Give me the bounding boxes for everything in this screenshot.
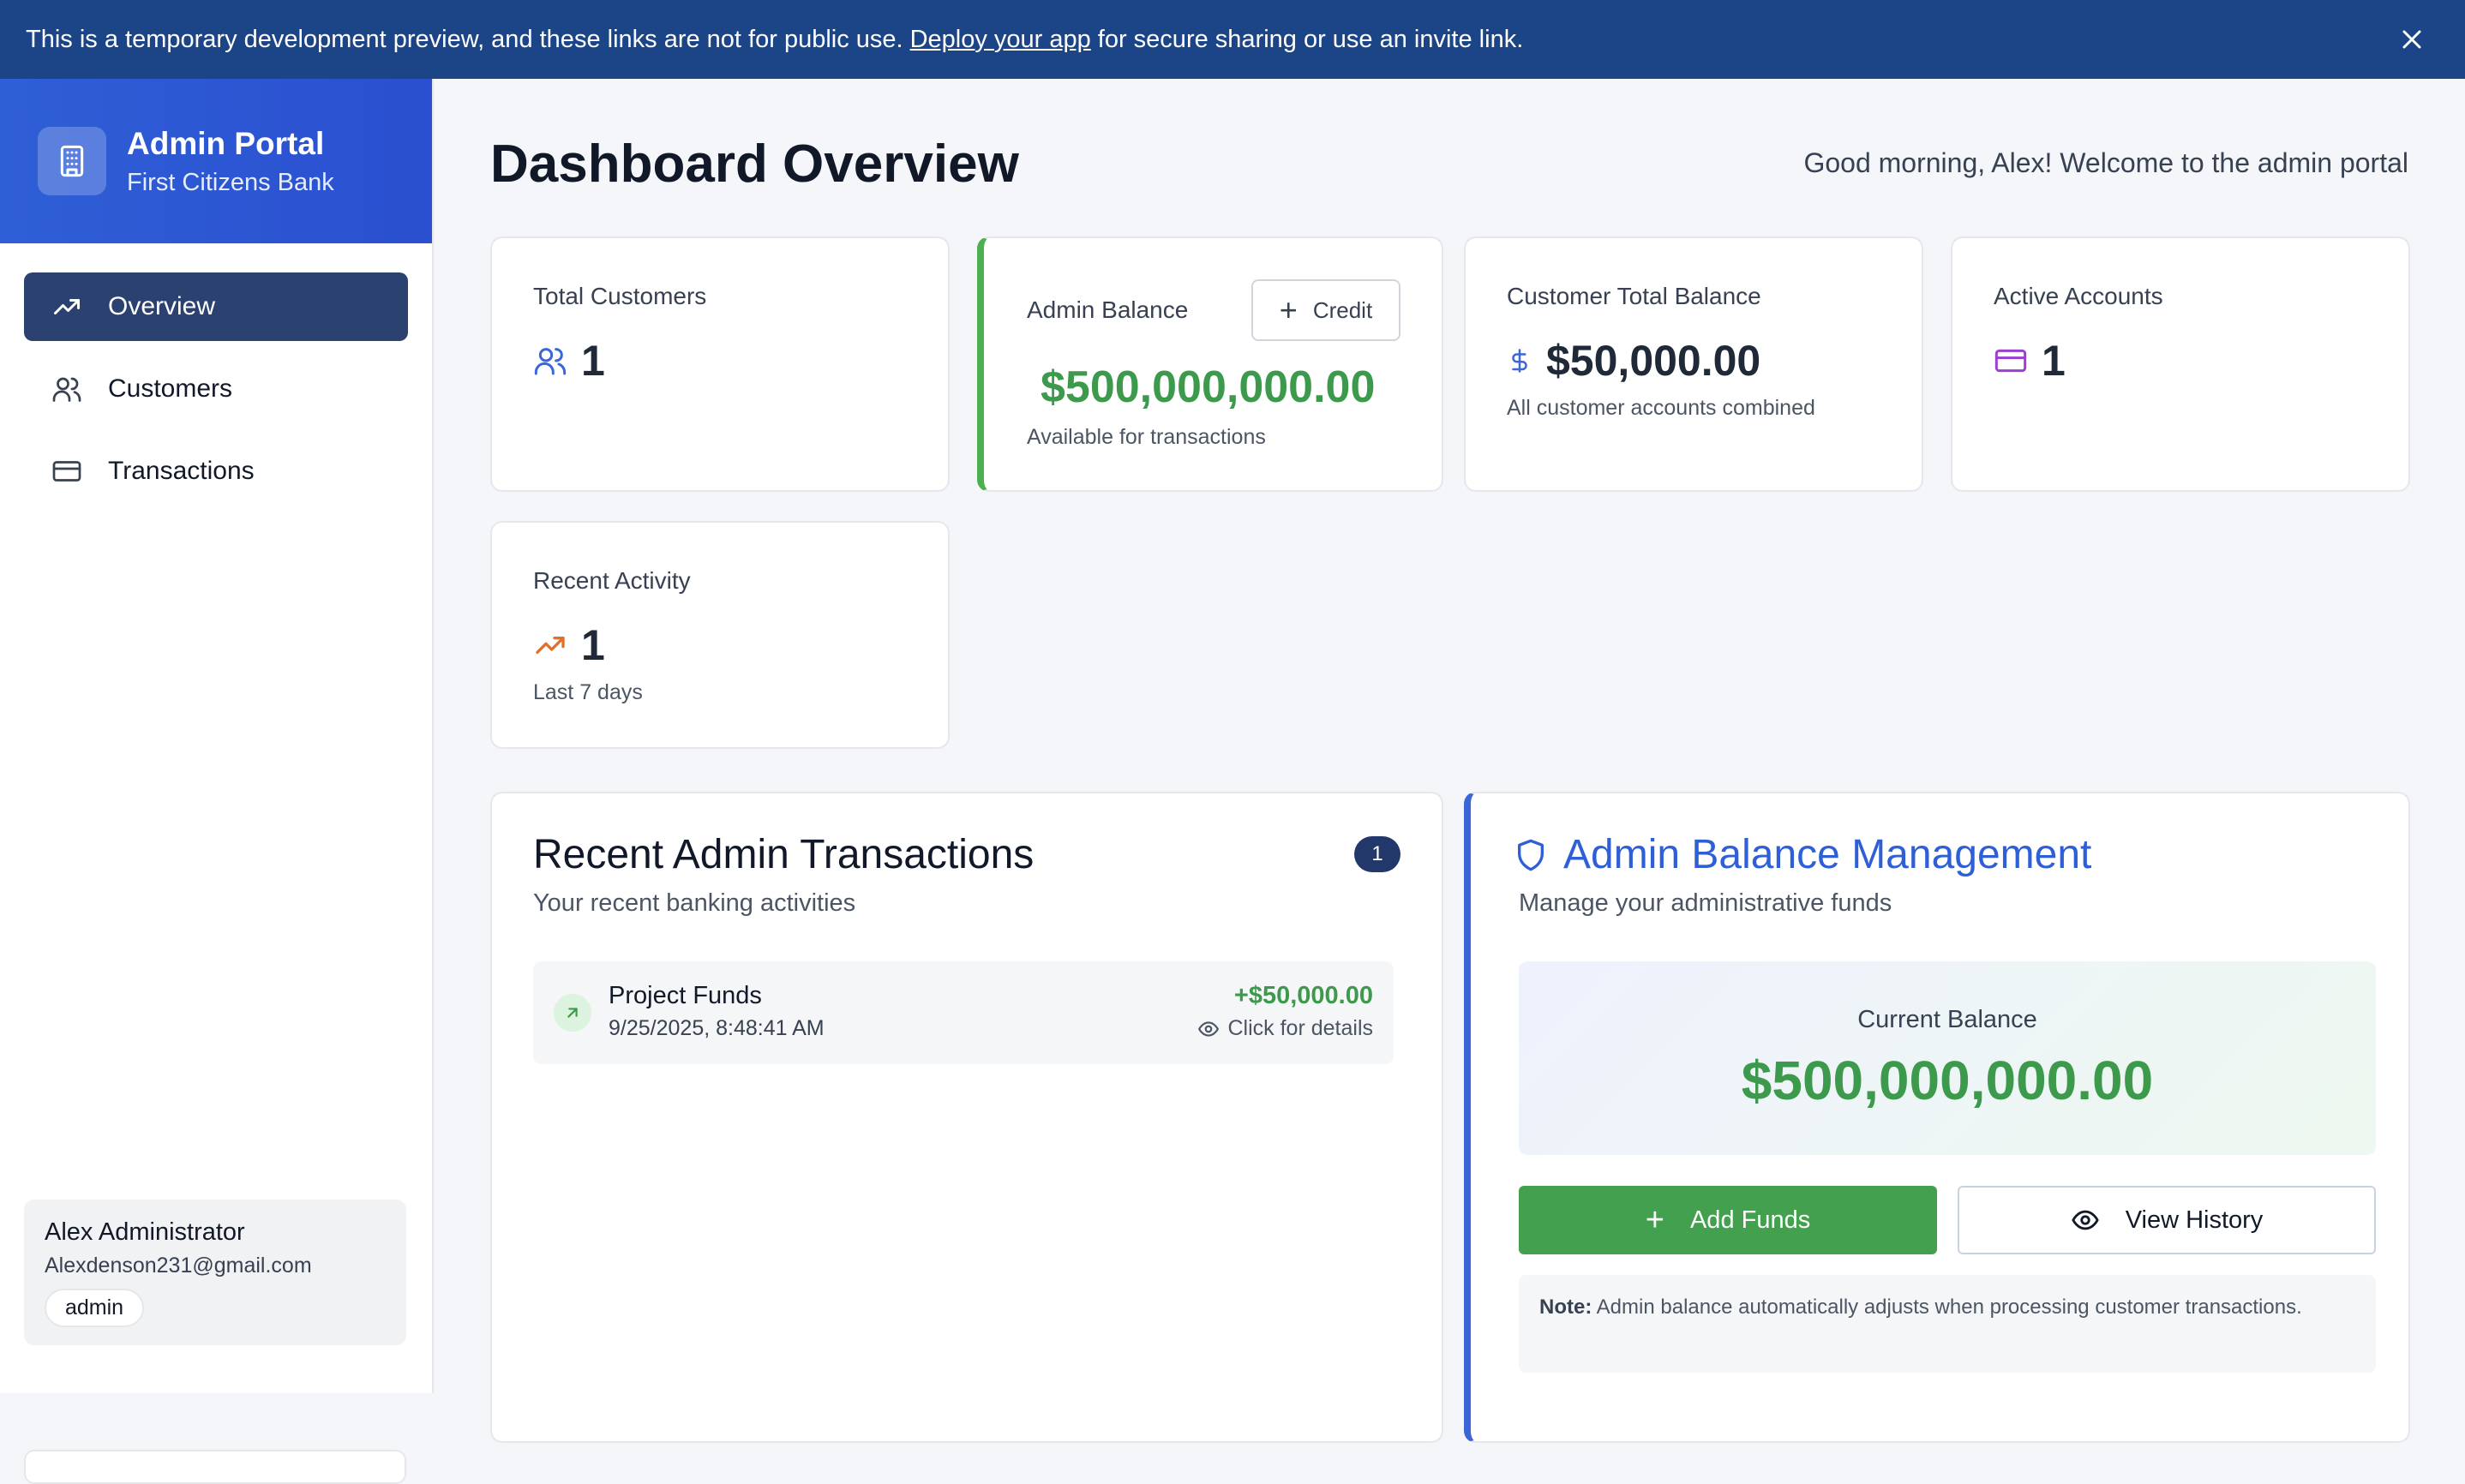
active-accounts-card: Active Accounts 1 [1951, 236, 2410, 492]
current-balance-value: $500,000,000.00 [1741, 1050, 2154, 1111]
brand-title: Admin Portal [127, 125, 325, 161]
main-content: Dashboard Overview Good morning, Alex! W… [434, 79, 2465, 1443]
sidebar-item-overview[interactable]: Overview [24, 272, 408, 341]
stat-label: Total Customers [533, 283, 707, 309]
users-icon [51, 374, 82, 404]
user-email: Alexdenson231@gmail.com [45, 1254, 312, 1278]
sidebar-footer-button[interactable] [24, 1450, 406, 1484]
transaction-count-badge: 1 [1354, 836, 1400, 872]
transaction-date: 9/25/2025, 8:48:41 AM [609, 1016, 825, 1040]
trending-up-icon [51, 291, 82, 322]
stat-value: 1 [2042, 337, 2066, 385]
deploy-app-link[interactable]: Deploy your app [910, 26, 1091, 54]
user-profile-card[interactable]: Alex Administrator Alexdenson231@gmail.c… [24, 1200, 406, 1345]
sidebar-item-label: Overview [108, 292, 216, 320]
transaction-amount: +$50,000.00 [1233, 982, 1373, 1009]
plus-icon: + [1645, 1201, 1664, 1238]
credit-button[interactable]: + Credit [1251, 279, 1400, 341]
users-icon [533, 344, 567, 378]
note-label: Note: [1539, 1296, 1592, 1319]
admin-balance-card: Admin Balance + Credit $500,000,000.00 A… [977, 236, 1443, 492]
greeting-text: Good morning, Alex! Welcome to the admin… [1803, 147, 2408, 178]
credit-card-icon [1994, 344, 2028, 378]
stat-value: $50,000.00 [1546, 337, 1761, 385]
stat-sub: Last 7 days [533, 680, 643, 704]
trending-up-icon [533, 628, 567, 662]
dollar-icon [1507, 344, 1532, 378]
section-title: Admin Balance Management [1563, 832, 2092, 877]
balance-note: Note: Admin balance automatically adjust… [1519, 1275, 2376, 1373]
stat-value: 1 [581, 621, 605, 669]
page-title: Dashboard Overview [490, 135, 1019, 194]
shield-icon [1514, 838, 1548, 872]
section-title: Recent Admin Transactions [533, 832, 1035, 877]
balance-management-card: Admin Balance Management Manage your adm… [1464, 792, 2410, 1443]
sidebar-item-customers[interactable]: Customers [24, 355, 408, 423]
recent-transactions-card: Recent Admin Transactions Your recent ba… [490, 792, 1443, 1443]
sidebar-item-label: Customers [108, 374, 233, 403]
eye-icon [1197, 1020, 1219, 1037]
transaction-row[interactable]: Project Funds 9/25/2025, 8:48:41 AM +$50… [533, 961, 1394, 1064]
stat-sub: All customer accounts combined [1507, 396, 1815, 420]
plus-icon: + [1279, 292, 1298, 327]
brand-header: Admin Portal First Citizens Bank [0, 79, 432, 243]
admin-balance-value: $500,000,000.00 [1041, 362, 1376, 412]
stat-value: 1 [581, 337, 605, 385]
sidebar: Admin Portal First Citizens Bank Overvie… [0, 79, 434, 1484]
section-subtitle: Manage your administrative funds [1519, 889, 1892, 917]
view-history-button[interactable]: View History [1958, 1186, 2376, 1254]
user-role-badge: admin [45, 1289, 145, 1327]
sidebar-nav: Overview Customers Transactions [0, 243, 432, 506]
stat-label: Customer Total Balance [1507, 283, 1761, 309]
arrow-up-right-icon [554, 994, 591, 1032]
section-subtitle: Your recent banking activities [533, 889, 856, 917]
sidebar-item-transactions[interactable]: Transactions [24, 437, 408, 506]
current-balance-panel: Current Balance $500,000,000.00 [1519, 961, 2376, 1155]
stat-label: Admin Balance [1027, 296, 1189, 323]
transaction-details-link[interactable]: Click for details [1197, 1016, 1373, 1041]
banner-text: This is a temporary development preview,… [26, 25, 903, 53]
stat-label: Active Accounts [1994, 283, 2163, 309]
sidebar-item-label: Transactions [108, 457, 255, 485]
dev-preview-banner: This is a temporary development preview,… [0, 0, 2465, 79]
note-text: Admin balance automatically adjusts when… [1596, 1296, 2302, 1319]
banner-text-after: for secure sharing or use an invite link… [1097, 25, 1524, 53]
building-icon [38, 127, 106, 195]
recent-activity-card: Recent Activity 1 Last 7 days [490, 521, 950, 749]
total-customers-card: Total Customers 1 [490, 236, 950, 492]
stat-sub: Available for transactions [1027, 425, 1266, 449]
close-icon[interactable] [2396, 24, 2427, 55]
customer-total-balance-card: Customer Total Balance $50,000.00 All cu… [1464, 236, 1923, 492]
eye-icon [2072, 1210, 2099, 1230]
credit-card-icon [51, 456, 82, 487]
stat-label: Recent Activity [533, 567, 691, 594]
brand-subtitle: First Citizens Bank [127, 168, 334, 196]
current-balance-label: Current Balance [1857, 1006, 2037, 1033]
transaction-title: Project Funds [609, 982, 762, 1009]
user-name: Alex Administrator [45, 1218, 245, 1246]
add-funds-button[interactable]: + Add Funds [1519, 1186, 1937, 1254]
